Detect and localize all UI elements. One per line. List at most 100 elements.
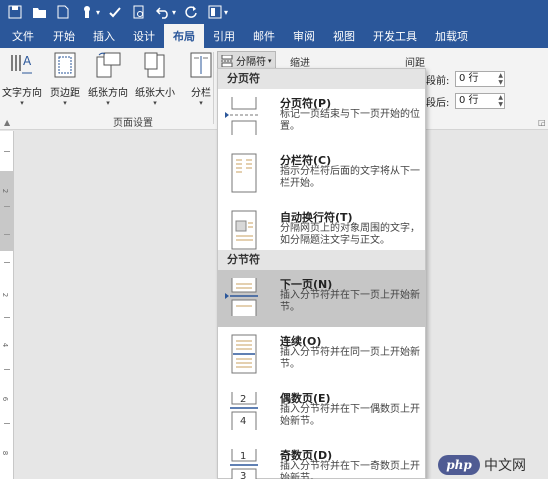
paper-size-icon [140, 50, 170, 80]
print-preview-button[interactable] [128, 2, 150, 22]
tab-developer[interactable]: 开发工具 [364, 24, 426, 48]
spacing-header: 间距 [405, 58, 425, 69]
continuous-section-icon [228, 333, 260, 375]
indent-header: 缩进 [290, 58, 310, 69]
page-breaks-header: 分页符 [218, 69, 425, 89]
layout-view-button[interactable] [204, 2, 226, 22]
chevron-down-icon: ▾ [20, 99, 24, 107]
quick-access-toolbar: ▾ ▾ ▾ [0, 0, 548, 24]
tab-mailings[interactable]: 邮件 [244, 24, 284, 48]
columns-icon [186, 50, 216, 80]
tab-review[interactable]: 审阅 [284, 24, 324, 48]
breaks-menu: 分页符 分页符(P) 标记一页结束与下一页开始的位置。 分栏符(C) 指示分栏符… [217, 68, 426, 479]
chevron-down-icon[interactable]: ▾ [224, 8, 228, 17]
next-page-section-icon [228, 276, 260, 318]
column-break-icon [228, 152, 260, 194]
text-direction-label: 文字方向 [2, 88, 42, 99]
spelling-check-button[interactable] [104, 2, 126, 22]
svg-text:1: 1 [240, 451, 246, 462]
menu-item-description: 指示分栏符后面的文字将从下一栏开始。 [280, 166, 420, 189]
columns-button[interactable]: 分栏 ▾ [186, 50, 216, 107]
section-breaks-header: 分节符 [218, 250, 425, 270]
watermark-text: 中文网 [484, 458, 526, 474]
watermark: php 中文网 [438, 455, 526, 475]
redo-button[interactable] [180, 2, 202, 22]
tab-references[interactable]: 引用 [204, 24, 244, 48]
tab-addins[interactable]: 加载项 [426, 24, 477, 48]
breaks-icon [221, 54, 233, 67]
menu-item-column-break[interactable]: 分栏符(C) 指示分栏符后面的文字将从下一栏开始。 [218, 146, 425, 203]
orientation-button[interactable]: 纸张方向 ▾ [88, 50, 128, 107]
group-divider [213, 52, 214, 124]
orientation-label: 纸张方向 [88, 88, 128, 99]
ruler-tick [4, 262, 10, 263]
dialog-launcher-icon[interactable]: ◲ [538, 118, 546, 127]
svg-text:3: 3 [240, 471, 246, 479]
menu-item-odd-page[interactable]: 13 奇数页(D) 插入分节符并在下一奇数页上开始新节。 [218, 441, 425, 479]
tab-view[interactable]: 视图 [324, 24, 364, 48]
menu-item-description: 插入分节符并在同一页上开始新节。 [280, 347, 420, 370]
menu-item-continuous[interactable]: 连续(O) 插入分节符并在同一页上开始新节。 [218, 327, 425, 384]
ruler-number: 4 [1, 342, 10, 348]
menu-item-page-break[interactable]: 分页符(P) 标记一页结束与下一页开始的位置。 [218, 89, 425, 146]
ruler-tick [4, 423, 10, 424]
odd-page-section-icon: 13 [228, 447, 260, 479]
ruler-tick [4, 369, 10, 370]
new-document-button[interactable] [52, 2, 74, 22]
menu-item-description: 插入分节符并在下一奇数页上开始新节。 [280, 461, 420, 479]
tab-insert[interactable]: 插入 [84, 24, 124, 48]
spacing-before-input[interactable]: 0 行 ▲ ▼ [455, 71, 505, 87]
tab-file[interactable]: 文件 [0, 24, 44, 48]
tab-design[interactable]: 设计 [124, 24, 164, 48]
margins-label: 页边距 [50, 88, 80, 99]
margins-button[interactable]: 页边距 ▾ [50, 50, 80, 107]
spacing-before-value: 0 行 [459, 73, 479, 84]
menu-item-description: 插入分节符并在下一页上开始新节。 [280, 290, 420, 313]
breaks-label: 分隔符 [236, 57, 266, 68]
menu-item-even-page[interactable]: 24 偶数页(E) 插入分节符并在下一偶数页上开始新节。 [218, 384, 425, 441]
spacing-after-label: 段后: [426, 98, 450, 109]
open-folder-button[interactable] [28, 2, 50, 22]
touch-mode-button[interactable] [76, 2, 98, 22]
ruler-tick [4, 206, 10, 207]
spacing-before-label: 段前: [426, 76, 450, 87]
menu-item-description: 分隔网页上的对象周围的文字，如分隔题注文字与正文。 [280, 223, 420, 246]
ruler-tick [4, 317, 10, 318]
chevron-down-icon[interactable]: ▾ [172, 8, 176, 17]
svg-text:A: A [23, 54, 32, 68]
ruler-number: 6 [1, 396, 10, 402]
svg-text:2: 2 [240, 394, 246, 405]
menu-item-next-page[interactable]: 下一页(N) 插入分节符并在下一页上开始新节。 [218, 270, 425, 327]
spinner-arrows-icon[interactable]: ▲ ▼ [498, 72, 503, 86]
vertical-ruler: 2 2 4 6 8 [0, 131, 14, 479]
spacing-after-value: 0 行 [459, 95, 479, 106]
save-button[interactable] [4, 2, 26, 22]
page-break-icon [228, 95, 260, 137]
php-logo: php [438, 455, 480, 475]
size-button[interactable]: 纸张大小 ▾ [135, 50, 175, 107]
collapse-arrow-icon[interactable]: ▲ [4, 118, 10, 127]
chevron-down-icon: ▾ [199, 99, 203, 107]
ruler-tick [4, 234, 10, 235]
svg-text:4: 4 [240, 416, 246, 427]
chevron-down-icon: ▾ [268, 56, 272, 65]
chevron-down-icon[interactable]: ▾ [96, 8, 100, 17]
ruler-number: 8 [1, 450, 10, 456]
page-setup-group-label: 页面设置 [113, 118, 153, 129]
ruler-number: 2 [1, 292, 10, 298]
ruler-margin-area [0, 171, 14, 251]
tab-layout[interactable]: 布局 [164, 24, 204, 48]
text-wrapping-break-icon [228, 209, 260, 251]
ruler-tick [4, 151, 10, 152]
tab-home[interactable]: 开始 [44, 24, 84, 48]
text-direction-icon: A [7, 50, 37, 80]
chevron-down-icon: ▾ [63, 99, 67, 107]
chevron-down-icon: ▾ [106, 99, 110, 107]
undo-button[interactable] [152, 2, 174, 22]
columns-label: 分栏 [191, 88, 211, 99]
spinner-arrows-icon[interactable]: ▲ ▼ [498, 94, 503, 108]
text-direction-button[interactable]: A 文字方向 ▾ [2, 50, 42, 107]
ruler-number: 2 [1, 188, 10, 194]
spacing-after-input[interactable]: 0 行 ▲ ▼ [455, 93, 505, 109]
chevron-down-icon: ▾ [153, 99, 157, 107]
